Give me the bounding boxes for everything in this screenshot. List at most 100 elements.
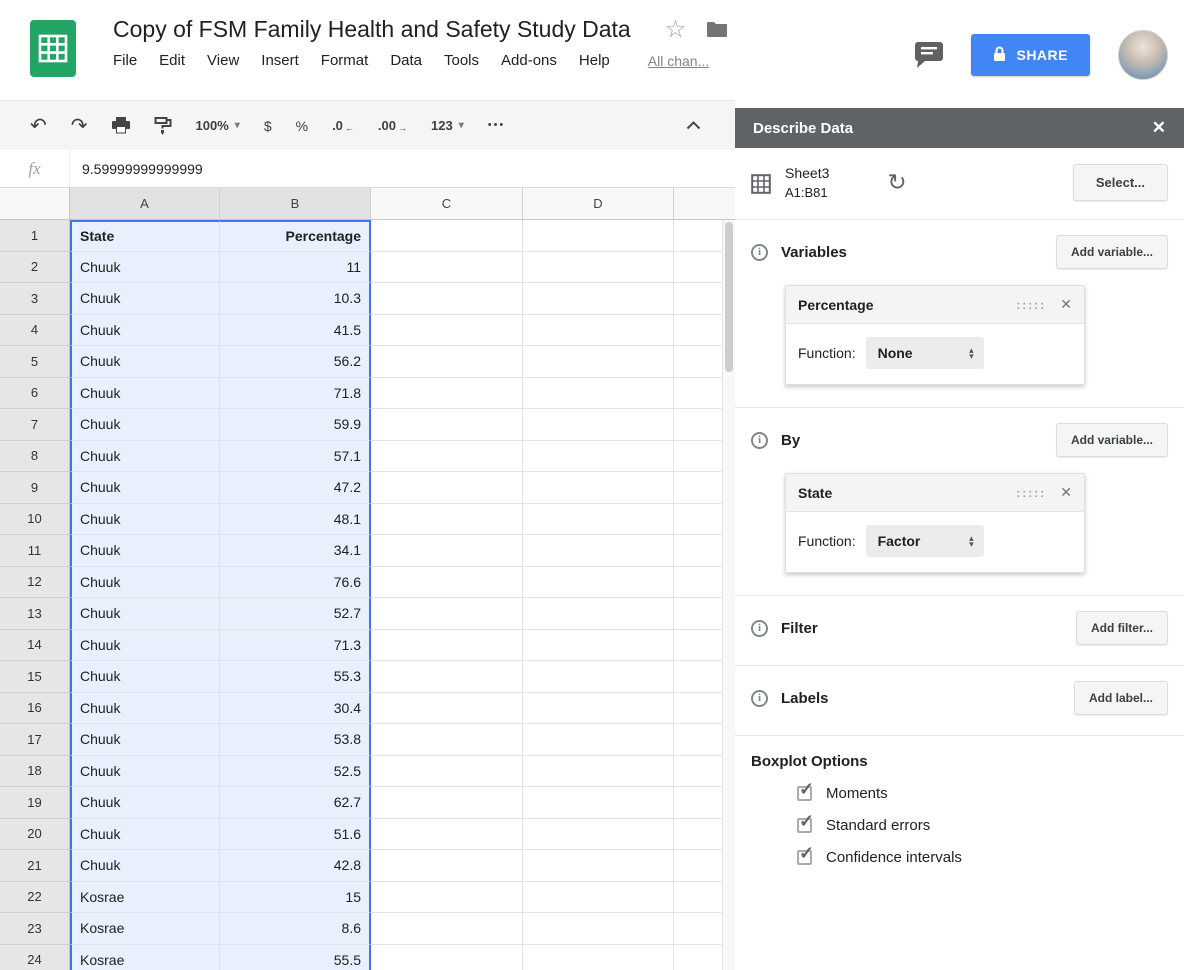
add-variable-button[interactable]: Add variable... xyxy=(1056,235,1168,269)
menu-insert[interactable]: Insert xyxy=(261,52,299,69)
row-header-13[interactable]: 13 xyxy=(0,598,70,630)
cell-A21[interactable]: Chuuk xyxy=(70,850,220,882)
cell-D9[interactable] xyxy=(523,472,674,504)
cell-B22[interactable]: 15 xyxy=(220,882,371,914)
cell-B16[interactable]: 30.4 xyxy=(220,693,371,725)
row-header-3[interactable]: 3 xyxy=(0,283,70,315)
row-header-5[interactable]: 5 xyxy=(0,346,70,378)
comment-icon[interactable] xyxy=(915,42,943,69)
cell-D11[interactable] xyxy=(523,535,674,567)
checkbox-moments[interactable]: ✓ Moments xyxy=(797,785,1168,802)
row-header-24[interactable]: 24 xyxy=(0,945,70,970)
cell-B13[interactable]: 52.7 xyxy=(220,598,371,630)
paint-format-button[interactable] xyxy=(154,117,172,135)
cell-B5[interactable]: 56.2 xyxy=(220,346,371,378)
row-header-23[interactable]: 23 xyxy=(0,913,70,945)
menu-tools[interactable]: Tools xyxy=(444,52,479,69)
more-toolbar-button[interactable]: ••• xyxy=(488,120,506,131)
cell-B6[interactable]: 71.8 xyxy=(220,378,371,410)
cell-C19[interactable] xyxy=(371,787,523,819)
cell-C18[interactable] xyxy=(371,756,523,788)
cell-A14[interactable]: Chuuk xyxy=(70,630,220,662)
cell-C8[interactable] xyxy=(371,441,523,473)
cell-D22[interactable] xyxy=(523,882,674,914)
cell-D24[interactable] xyxy=(523,945,674,970)
info-icon[interactable]: i xyxy=(751,244,768,261)
cell-D13[interactable] xyxy=(523,598,674,630)
function-select[interactable]: None ▴▾ xyxy=(866,337,984,369)
avatar[interactable] xyxy=(1118,30,1168,80)
cell-D23[interactable] xyxy=(523,913,674,945)
cell-C9[interactable] xyxy=(371,472,523,504)
cell-C11[interactable] xyxy=(371,535,523,567)
star-icon[interactable]: ☆ xyxy=(665,18,687,42)
cell-B9[interactable]: 47.2 xyxy=(220,472,371,504)
cell-C14[interactable] xyxy=(371,630,523,662)
add-label-button[interactable]: Add label... xyxy=(1074,681,1168,715)
cell-A2[interactable]: Chuuk xyxy=(70,252,220,284)
cell-D16[interactable] xyxy=(523,693,674,725)
all-changes-link[interactable]: All chan... xyxy=(648,53,709,69)
folder-icon[interactable] xyxy=(706,21,728,38)
column-header-d[interactable]: D xyxy=(523,188,674,219)
cell-B11[interactable]: 34.1 xyxy=(220,535,371,567)
menu-add-ons[interactable]: Add-ons xyxy=(501,52,557,69)
cell-C3[interactable] xyxy=(371,283,523,315)
row-header-2[interactable]: 2 xyxy=(0,252,70,284)
menu-file[interactable]: File xyxy=(113,52,137,69)
cell-D4[interactable] xyxy=(523,315,674,347)
cell-A3[interactable]: Chuuk xyxy=(70,283,220,315)
row-header-14[interactable]: 14 xyxy=(0,630,70,662)
format-currency-button[interactable]: $ xyxy=(264,119,272,133)
cell-D18[interactable] xyxy=(523,756,674,788)
select-range-button[interactable]: Select... xyxy=(1073,164,1168,201)
row-header-19[interactable]: 19 xyxy=(0,787,70,819)
cell-D7[interactable] xyxy=(523,409,674,441)
cell-C10[interactable] xyxy=(371,504,523,536)
cell-B19[interactable]: 62.7 xyxy=(220,787,371,819)
cell-C4[interactable] xyxy=(371,315,523,347)
drag-handle-icon[interactable]: ::::: xyxy=(1016,298,1046,312)
row-header-11[interactable]: 11 xyxy=(0,535,70,567)
checkbox-standard-errors[interactable]: ✓ Standard errors xyxy=(797,817,1168,834)
cell-C21[interactable] xyxy=(371,850,523,882)
cell-D14[interactable] xyxy=(523,630,674,662)
column-header-a[interactable]: A xyxy=(70,188,220,219)
cell-A4[interactable]: Chuuk xyxy=(70,315,220,347)
row-header-18[interactable]: 18 xyxy=(0,756,70,788)
menu-edit[interactable]: Edit xyxy=(159,52,185,69)
cell-A9[interactable]: Chuuk xyxy=(70,472,220,504)
row-header-20[interactable]: 20 xyxy=(0,819,70,851)
cell-A6[interactable]: Chuuk xyxy=(70,378,220,410)
redo-button[interactable]: ↷ xyxy=(71,116,88,136)
scrollbar-thumb[interactable] xyxy=(725,222,733,372)
cell-C20[interactable] xyxy=(371,819,523,851)
row-header-15[interactable]: 15 xyxy=(0,661,70,693)
formula-input[interactable]: 9.59999999999999 xyxy=(70,161,735,177)
cell-B14[interactable]: 71.3 xyxy=(220,630,371,662)
row-header-10[interactable]: 10 xyxy=(0,504,70,536)
close-icon[interactable]: ✕ xyxy=(1060,484,1072,501)
vertical-scrollbar[interactable] xyxy=(722,220,735,970)
cell-D1[interactable] xyxy=(523,220,674,252)
cell-B17[interactable]: 53.8 xyxy=(220,724,371,756)
row-header-21[interactable]: 21 xyxy=(0,850,70,882)
info-icon[interactable]: i xyxy=(751,432,768,449)
checkbox-confidence-intervals[interactable]: ✓ Confidence intervals xyxy=(797,849,1168,866)
cell-B12[interactable]: 76.6 xyxy=(220,567,371,599)
close-icon[interactable]: ✕ xyxy=(1060,296,1072,313)
cell-B7[interactable]: 59.9 xyxy=(220,409,371,441)
cell-B21[interactable]: 42.8 xyxy=(220,850,371,882)
column-header-e[interactable] xyxy=(674,188,735,219)
drag-handle-icon[interactable]: ::::: xyxy=(1016,486,1046,500)
increase-decimal-button[interactable]: .00 → xyxy=(378,118,407,133)
cell-A13[interactable]: Chuuk xyxy=(70,598,220,630)
cell-D17[interactable] xyxy=(523,724,674,756)
cell-A17[interactable]: Chuuk xyxy=(70,724,220,756)
column-header-b[interactable]: B xyxy=(220,188,371,219)
cell-B24[interactable]: 55.5 xyxy=(220,945,371,970)
undo-button[interactable]: ↶ xyxy=(30,116,47,136)
cell-C22[interactable] xyxy=(371,882,523,914)
sheets-logo-icon[interactable] xyxy=(30,20,76,77)
menu-format[interactable]: Format xyxy=(321,52,369,69)
